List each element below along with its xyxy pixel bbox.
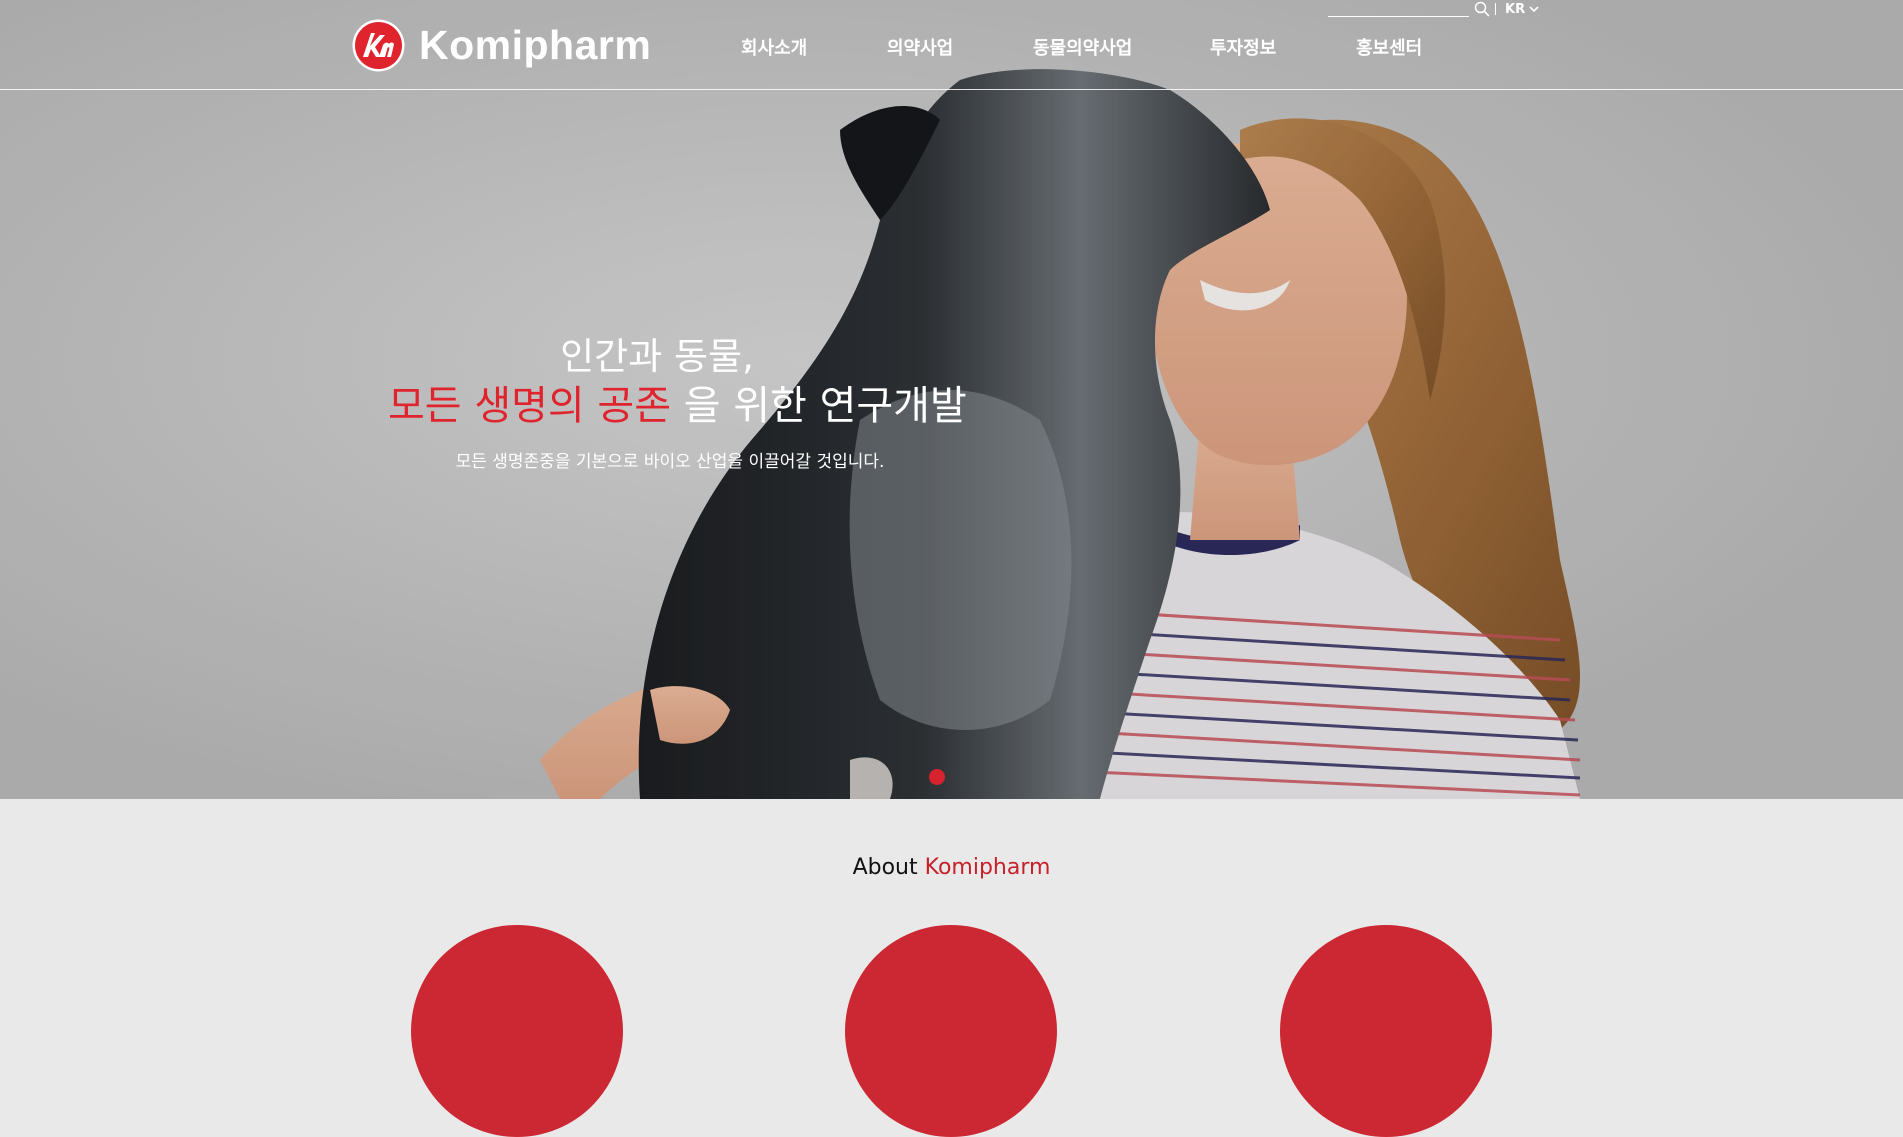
nav-item-animal-pharma[interactable]: 동물의약사업 [1033, 34, 1132, 60]
site-logo[interactable]: Komipharm [352, 18, 651, 73]
hero-title-line1: 인간과 동물, [560, 335, 754, 378]
nav-item-pr-center[interactable]: 홍보센터 [1356, 34, 1422, 60]
hero-title-accent: 모든 생명의 공존 [388, 383, 672, 429]
hero-subtitle: 모든 생명존중을 기본으로 바이오 산업을 이끌어갈 것입니다. [455, 452, 885, 472]
site-header: Komipharm 회사소개 의약사업 동물의약사업 투자정보 홍보센터 KR [0, 0, 1903, 90]
about-brand: Komipharm [924, 855, 1051, 880]
km-circle-logo-icon [352, 19, 405, 72]
nav-item-investor[interactable]: 투자정보 [1210, 34, 1276, 60]
search-icon[interactable] [1474, 1, 1490, 17]
about-prefix: About [852, 855, 925, 880]
about-heading: About Komipharm [0, 855, 1903, 880]
chevron-down-icon [1529, 6, 1539, 13]
about-card-circle[interactable] [845, 925, 1057, 1137]
slider-pagination-dot[interactable] [929, 769, 945, 785]
hero-title-line2: 모든 생명의 공존 을 위한 연구개발 [388, 373, 967, 431]
utility-divider [1495, 3, 1496, 15]
language-label: KR [1505, 2, 1526, 17]
about-card-circle[interactable] [1280, 925, 1492, 1137]
search-input[interactable] [1328, 0, 1469, 17]
nav-item-pharma[interactable]: 의약사업 [887, 34, 953, 60]
about-card-circle[interactable] [411, 925, 623, 1137]
language-selector[interactable]: KR [1505, 2, 1539, 17]
hero-title-rest: 을 위한 연구개발 [671, 383, 967, 429]
nav-item-company[interactable]: 회사소개 [741, 34, 807, 60]
logo-wordmark: Komipharm [419, 22, 652, 68]
hero-banner: Komipharm 회사소개 의약사업 동물의약사업 투자정보 홍보센터 KR [0, 0, 1903, 799]
utility-bar: KR [1328, 0, 1539, 20]
